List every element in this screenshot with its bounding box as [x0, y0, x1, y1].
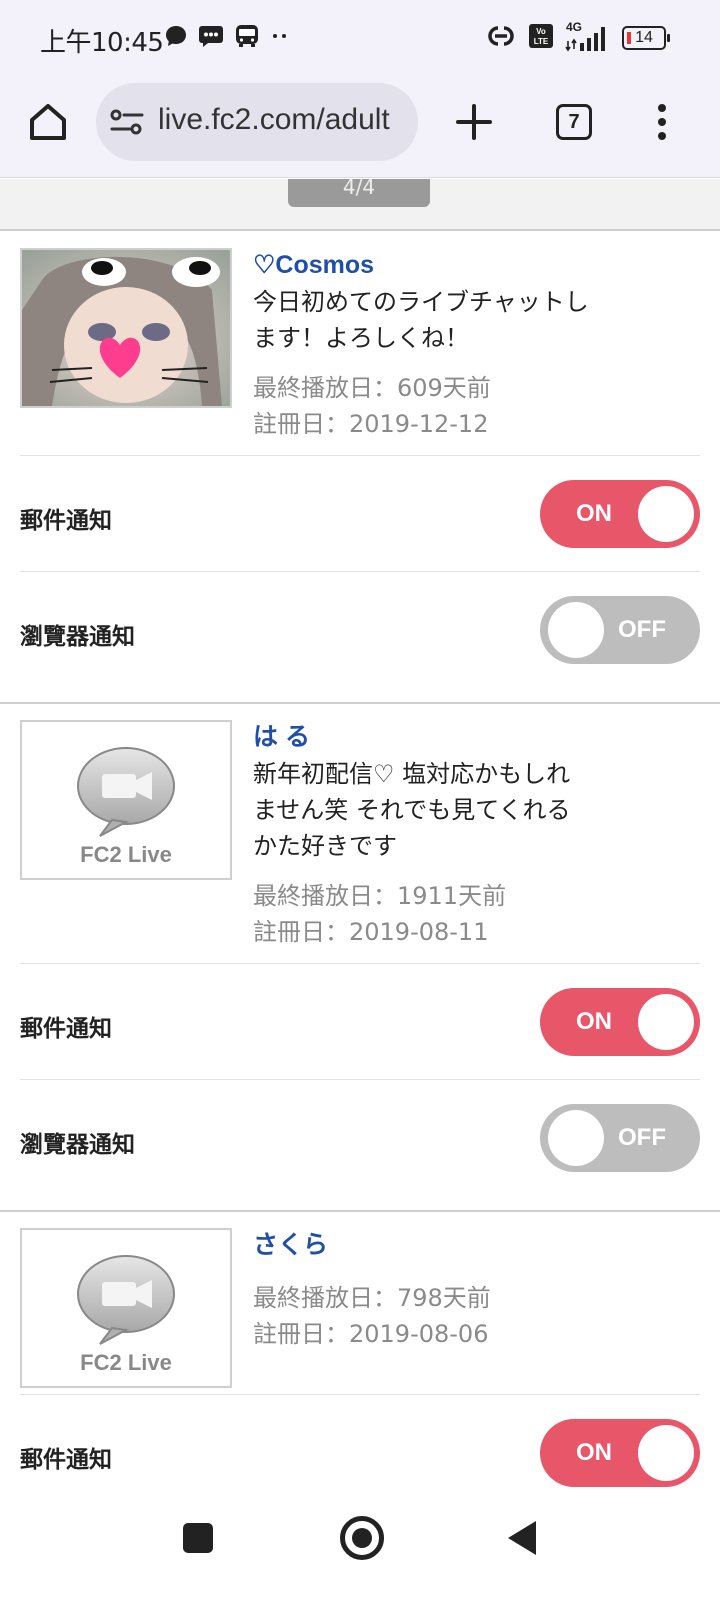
chat-bubble-icon	[164, 24, 188, 53]
battery-level: 14	[635, 29, 653, 46]
performer-thumbnail[interactable]	[20, 248, 232, 408]
link-icon	[484, 23, 518, 54]
performer-photo	[22, 250, 230, 406]
tab-switcher-button[interactable]: 7	[556, 104, 592, 140]
home-icon[interactable]	[26, 100, 70, 144]
last-broadcast: 最終播放日：798天前	[253, 1284, 491, 1312]
toggle-knob	[638, 486, 694, 542]
status-system-icons: Vo LTE 4G 14	[484, 20, 670, 56]
browser-notification-toggle[interactable]: OFF	[540, 1104, 700, 1172]
mail-notification-toggle[interactable]: ON	[540, 988, 700, 1056]
favorite-entry: ♡Cosmos 今日初めてのライブチャットします！よろしくね！ 最終播放日：60…	[0, 248, 720, 702]
toggle-state: OFF	[618, 616, 666, 643]
more-menu-icon[interactable]	[654, 100, 670, 144]
last-broadcast: 最終播放日：609天前	[253, 374, 491, 402]
fc2-live-placeholder-icon: FC2 Live	[77, 747, 175, 867]
favorite-entry: FC2 Live さくら 最終播放日：798天前 註冊日：2019-08-06 …	[0, 1228, 720, 1509]
more-notifications-icon	[270, 24, 290, 53]
divider	[20, 963, 700, 964]
toggle-state: ON	[576, 1008, 612, 1035]
browser-toolbar: live.fc2.com/adult 7	[0, 78, 720, 178]
mail-notification-label: 郵件通知	[20, 1447, 112, 1473]
mail-notification-label: 郵件通知	[20, 508, 112, 534]
toggle-knob	[548, 1110, 604, 1166]
new-tab-icon[interactable]	[452, 100, 496, 144]
last-broadcast: 最終播放日：1911天前	[253, 882, 507, 910]
browser-notification-toggle[interactable]: OFF	[540, 596, 700, 664]
home-nav-icon[interactable]	[340, 1516, 384, 1560]
divider	[20, 1394, 700, 1395]
volte-icon: Vo LTE	[528, 23, 554, 54]
browser-notification-label: 瀏覽器通知	[20, 624, 135, 650]
toggle-state: OFF	[618, 1124, 666, 1151]
message-icon	[198, 24, 224, 53]
performer-info: は る 新年初配信♡ 塩対応かもしれません笑 それでも見てくれるかた好きです 最…	[253, 720, 593, 950]
tab-count: 7	[568, 111, 580, 133]
svg-text:Vo: Vo	[536, 27, 546, 36]
performer-info: ♡Cosmos 今日初めてのライブチャットします！よろしくね！ 最終播放日：60…	[253, 248, 593, 442]
web-page: 4/4 ♡Cosmos 今日初めてのライブチャットします！よろしくね！ 最終播放…	[0, 179, 720, 1509]
mail-notification-label: 郵件通知	[20, 1016, 112, 1042]
recents-icon[interactable]	[183, 1523, 213, 1553]
performer-name[interactable]: は る	[253, 720, 593, 754]
mail-notification-toggle[interactable]: ON	[540, 1419, 700, 1487]
toggle-knob	[548, 602, 604, 658]
performer-name[interactable]: ♡Cosmos	[253, 248, 593, 282]
toggle-state: ON	[576, 500, 612, 527]
pager-strip: 4/4	[0, 179, 720, 231]
divider	[20, 1079, 700, 1080]
favorite-entry: FC2 Live は る 新年初配信♡ 塩対応かもしれません笑 それでも見てくれ…	[0, 720, 720, 1210]
pager-indicator[interactable]: 4/4	[288, 179, 430, 207]
performer-thumbnail[interactable]: FC2 Live	[20, 1228, 232, 1388]
performer-name[interactable]: さくら	[253, 1228, 593, 1262]
performer-info: さくら 最終播放日：798天前 註冊日：2019-08-06	[253, 1228, 593, 1352]
site-settings-icon[interactable]	[110, 107, 144, 137]
system-nav-bar	[0, 1509, 720, 1600]
performer-description: 今日初めてのライブチャットします！よろしくね！	[253, 288, 589, 352]
fc2-live-placeholder-icon: FC2 Live	[77, 1255, 175, 1375]
address-bar[interactable]: live.fc2.com/adult	[96, 83, 418, 161]
placeholder-logo-text: FC2 Live	[80, 842, 172, 867]
svg-text:LTE: LTE	[534, 37, 549, 46]
status-bar: 上午10:45 Vo LTE 4G 14	[0, 0, 720, 78]
performer-description: 新年初配信♡ 塩対応かもしれません笑 それでも見てくれるかた好きです	[253, 760, 571, 860]
registered-date: 註冊日：2019-08-11	[253, 918, 489, 946]
toggle-knob	[638, 994, 694, 1050]
bus-icon	[234, 23, 260, 54]
status-notification-icons	[164, 22, 290, 54]
divider	[20, 571, 700, 572]
browser-notification-label: 瀏覽器通知	[20, 1132, 135, 1158]
url-text[interactable]: live.fc2.com/adult	[158, 103, 390, 137]
toggle-knob	[638, 1425, 694, 1481]
mail-notification-toggle[interactable]: ON	[540, 480, 700, 548]
performer-thumbnail[interactable]: FC2 Live	[20, 720, 232, 880]
battery-icon: 14	[622, 26, 670, 50]
signal-4g-icon: 4G	[564, 21, 612, 53]
divider	[20, 455, 700, 456]
registered-date: 註冊日：2019-08-06	[253, 1320, 489, 1348]
status-time: 上午10:45	[40, 28, 164, 58]
entry-separator	[0, 702, 720, 704]
placeholder-logo-text: FC2 Live	[80, 1350, 172, 1375]
entry-separator	[0, 1210, 720, 1212]
registered-date: 註冊日：2019-12-12	[253, 410, 489, 438]
back-icon[interactable]	[508, 1521, 536, 1555]
toggle-state: ON	[576, 1439, 612, 1466]
